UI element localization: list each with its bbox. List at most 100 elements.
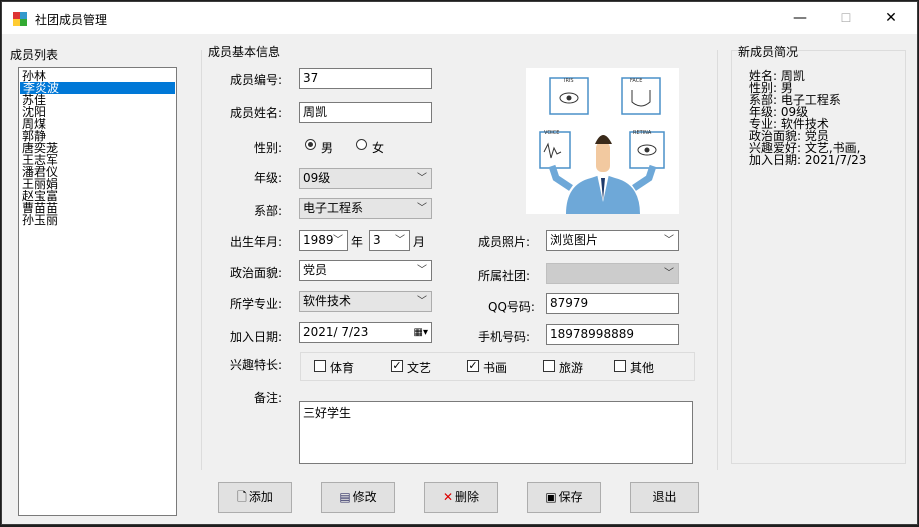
- new-file-icon: 🗋: [237, 490, 247, 504]
- politics-select-value: 党员: [303, 263, 328, 277]
- phone-input[interactable]: 18978998889: [546, 324, 679, 345]
- hobby-calligraphy-label[interactable]: 书画: [483, 359, 507, 376]
- photo-tag-iris: IRIS: [564, 78, 574, 84]
- photo-label: 成员照片:: [478, 235, 531, 249]
- hobby-label: 兴趣特长:: [230, 358, 283, 372]
- dept-label: 系部:: [254, 204, 283, 218]
- list-item[interactable]: 王志军: [19, 154, 176, 166]
- photo-select-value: 浏览图片: [550, 233, 599, 247]
- exit-button-label: 退出: [652, 490, 677, 504]
- list-item[interactable]: 曹苗苗: [19, 202, 176, 214]
- list-item[interactable]: 王丽娟: [19, 178, 176, 190]
- hobby-sports-label[interactable]: 体育: [330, 359, 354, 376]
- id-input[interactable]: 37: [299, 68, 432, 89]
- maximize-button[interactable]: ☐: [823, 2, 869, 34]
- save-button-label: 保存: [558, 490, 583, 504]
- club-select[interactable]: ﹀: [546, 263, 679, 284]
- male-radio-label[interactable]: 男: [321, 139, 333, 156]
- birth-label: 出生年月:: [230, 235, 283, 249]
- grade-select-value: 09级: [303, 171, 331, 185]
- summary-text: 姓名: 周凯 性别: 男系部: 电子工程系 年级: 09级 专业: 软件技术 政治面貌:…: [749, 70, 866, 166]
- exit-button[interactable]: 退出: [630, 482, 699, 513]
- photo-select[interactable]: 浏览图片 ﹀: [546, 230, 679, 251]
- major-select-value: 软件技术: [303, 294, 352, 308]
- phone-label: 手机号码:: [478, 330, 531, 344]
- hobby-sports-checkbox[interactable]: [314, 360, 326, 372]
- list-item[interactable]: 周煤: [19, 118, 176, 130]
- join-date-picker[interactable]: 2021/ 7/23 ▦▾: [299, 322, 432, 343]
- hobby-calligraphy-checkbox[interactable]: ✓: [467, 360, 479, 372]
- chevron-down-icon: ﹀: [417, 203, 427, 214]
- join-label: 加入日期:: [230, 330, 283, 344]
- chevron-down-icon: ﹀: [395, 235, 405, 246]
- title-bar: 社团成员管理 — ☐ ✕: [2, 2, 917, 34]
- list-item[interactable]: 唐奕茏: [19, 142, 176, 154]
- member-listbox[interactable]: 孙林 李炎波 苏佳 沈阳 周煤 郭静 唐奕茏 王志军 潘君仪 王丽娟 赵宝富 曹苗苗 孙玉丽: [18, 67, 177, 516]
- delete-icon: ✕: [442, 490, 454, 504]
- major-select[interactable]: 软件技术 ﹀: [299, 291, 432, 312]
- qq-input[interactable]: 87979: [546, 293, 679, 314]
- remark-label: 备注:: [254, 391, 283, 405]
- remark-textarea[interactable]: 三好学生: [299, 401, 693, 464]
- list-item[interactable]: 赵宝富: [19, 190, 176, 202]
- birth-month-value: 3: [373, 233, 381, 247]
- year-unit: 年: [351, 235, 364, 249]
- chevron-down-icon: ﹀: [417, 296, 427, 307]
- hobby-arts-label[interactable]: 文艺: [407, 359, 431, 376]
- dept-select[interactable]: 电子工程系 ﹀: [299, 198, 432, 219]
- list-item[interactable]: 潘君仪: [19, 166, 176, 178]
- list-item[interactable]: 苏佳: [19, 94, 176, 106]
- hobby-travel-label[interactable]: 旅游: [559, 359, 583, 376]
- chevron-down-icon: ﹀: [664, 235, 674, 246]
- list-item[interactable]: 孙林: [19, 70, 176, 82]
- hobby-arts-checkbox[interactable]: ✓: [391, 360, 403, 372]
- gender-label: 性别:: [254, 141, 283, 155]
- edit-button[interactable]: ▤ 修改: [321, 482, 395, 513]
- minimize-button[interactable]: —: [777, 2, 823, 34]
- photo-tag-voice: VOICE: [544, 130, 559, 136]
- list-item[interactable]: 李炎波: [20, 82, 175, 94]
- club-label: 所属社团:: [478, 269, 531, 283]
- chevron-down-icon: ﹀: [417, 265, 427, 276]
- save-button[interactable]: ▣ 保存: [527, 482, 601, 513]
- add-button[interactable]: 🗋 添加: [218, 482, 292, 513]
- dept-select-value: 电子工程系: [303, 201, 364, 215]
- list-item[interactable]: 沈阳: [19, 106, 176, 118]
- female-radio[interactable]: [356, 139, 367, 150]
- list-item[interactable]: 孙玉丽: [19, 214, 176, 226]
- main-window: 社团成员管理 — ☐ ✕ 成员列表 孙林 李炎波 苏佳 沈阳 周煤 郭静 唐奕茏 王志军 潘君仪…: [1, 1, 918, 525]
- name-input[interactable]: 周凯: [299, 102, 432, 123]
- member-list-label: 成员列表: [10, 48, 59, 62]
- hobby-other-checkbox[interactable]: [614, 360, 626, 372]
- chevron-down-icon: ﹀: [417, 173, 427, 184]
- basic-info-label: 成员基本信息: [208, 45, 281, 59]
- window-title: 社团成员管理: [35, 13, 108, 27]
- member-photo: IRIS FACE VOICE RETINA: [526, 68, 679, 214]
- birth-month-select[interactable]: 3 ﹀: [369, 230, 410, 251]
- qq-label: QQ号码:: [488, 300, 535, 314]
- delete-button-label: 删除: [455, 490, 480, 504]
- close-button[interactable]: ✕: [868, 2, 914, 34]
- summary-label: 新成员简况: [738, 45, 799, 59]
- photo-tag-retina: RETINA: [633, 130, 652, 136]
- month-unit: 月: [413, 235, 426, 249]
- grade-select[interactable]: 09级 ﹀: [299, 168, 432, 189]
- male-radio[interactable]: [305, 139, 316, 150]
- edit-icon: ▤: [339, 490, 351, 504]
- hobby-other-label[interactable]: 其他: [630, 359, 654, 376]
- calendar-icon[interactable]: ▦▾: [414, 323, 428, 342]
- grade-label: 年级:: [254, 171, 283, 185]
- chevron-down-icon: ﹀: [333, 235, 343, 246]
- major-label: 所学专业:: [230, 297, 283, 311]
- join-date-value: 2021/ 7/23: [303, 325, 369, 339]
- delete-button[interactable]: ✕ 删除: [424, 482, 498, 513]
- save-icon: ▣: [545, 490, 557, 504]
- photo-tag-face: FACE: [630, 78, 642, 84]
- politics-select[interactable]: 党员 ﹀: [299, 260, 432, 281]
- hobby-travel-checkbox[interactable]: [543, 360, 555, 372]
- chevron-down-icon: ﹀: [664, 268, 674, 279]
- politics-label: 政治面貌:: [230, 266, 283, 280]
- birth-year-select[interactable]: 1989 ﹀: [299, 230, 348, 251]
- female-radio-label[interactable]: 女: [372, 139, 384, 156]
- list-item[interactable]: 郭静: [19, 130, 176, 142]
